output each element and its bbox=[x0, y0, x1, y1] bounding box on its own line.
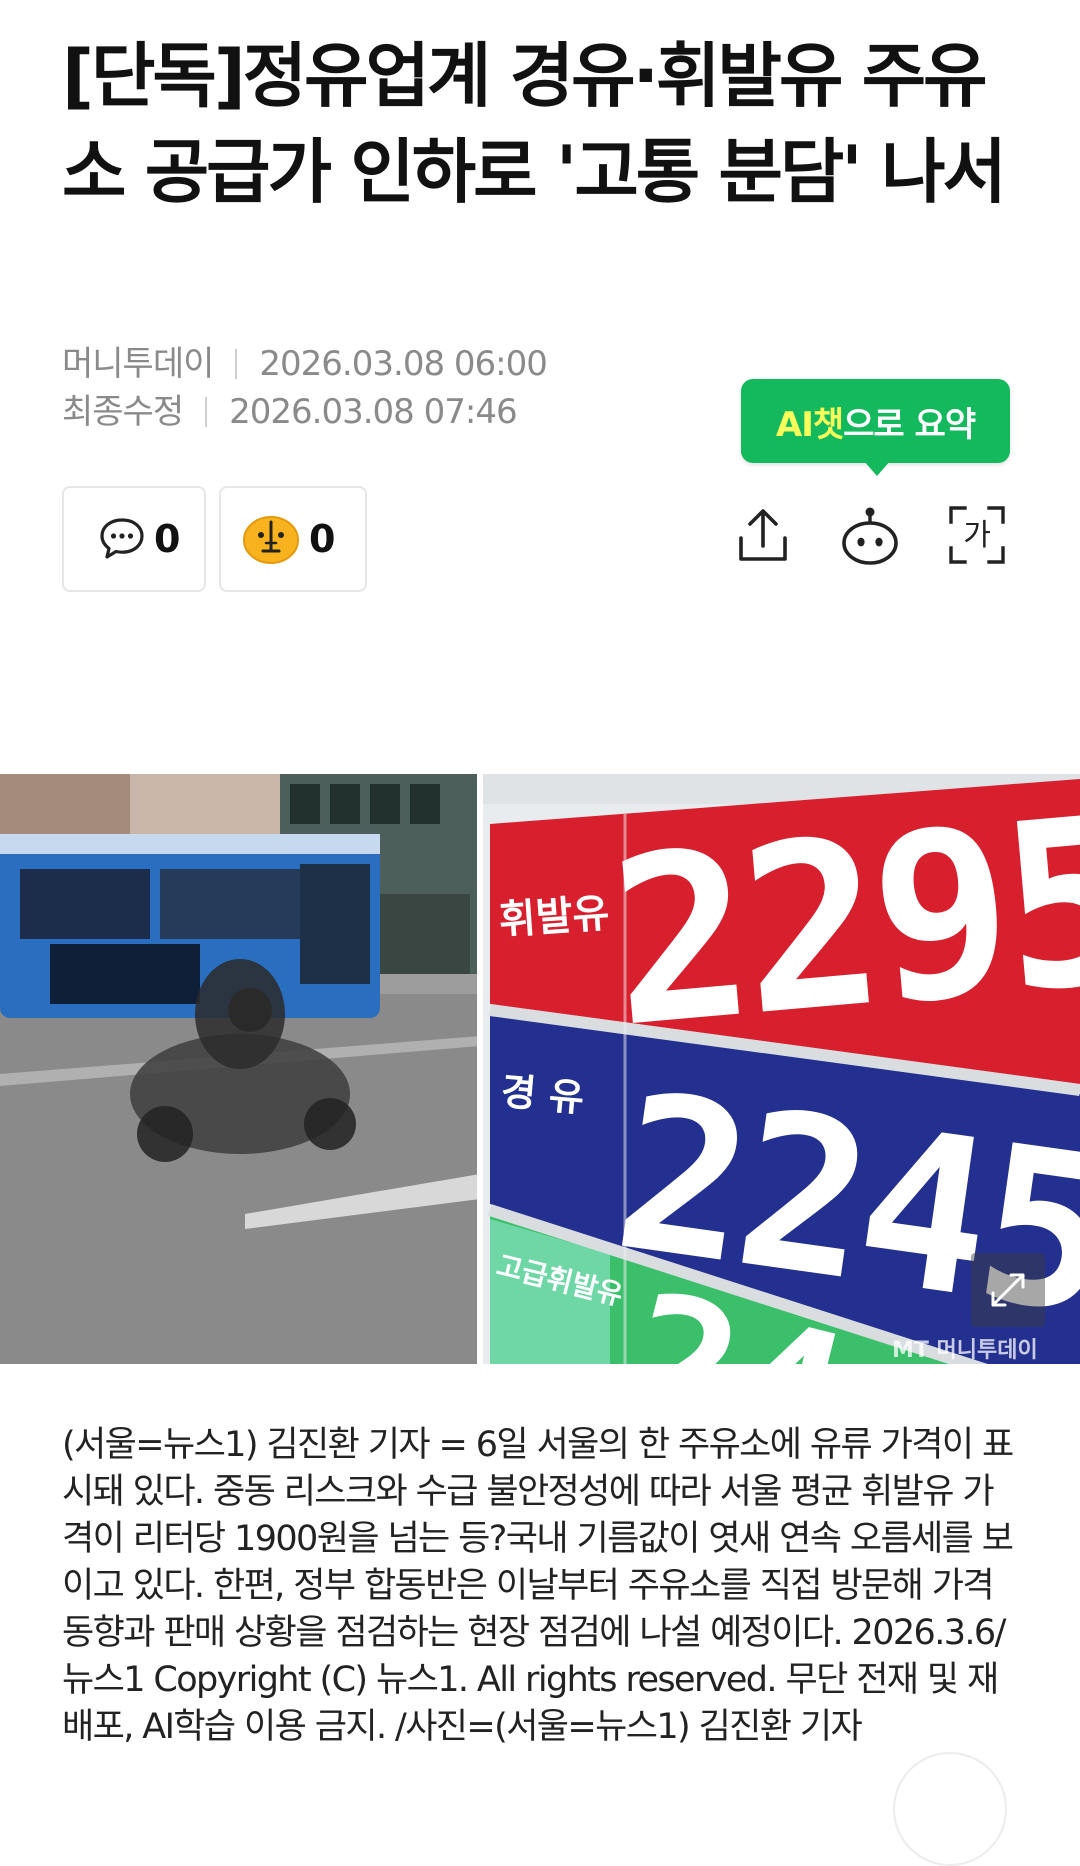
reaction-button[interactable]: 0 bbox=[219, 486, 367, 592]
modified-info: 최종수정 2026.03.08 07:46 bbox=[62, 384, 518, 433]
article-photo[interactable]: 휘발유 2295 경 유 2245 고급휘발유 24 bbox=[0, 774, 1080, 1364]
article-headline: [단독]정유업계 경유·휘발유 주유소 공급가 인하로 '고통 분담' 나서 bbox=[62, 35, 1007, 213]
reaction-count: 0 bbox=[309, 517, 336, 561]
modified-date: 2026.03.08 07:46 bbox=[229, 392, 517, 432]
tooltip-tail bbox=[863, 460, 891, 476]
expand-photo-button[interactable] bbox=[971, 1253, 1045, 1327]
sign-gasoline-label: 휘발유 bbox=[497, 890, 610, 944]
summary-label: 으로 요약 bbox=[843, 404, 976, 445]
ai-bot-icon[interactable] bbox=[840, 504, 900, 566]
sign-diesel-label: 경 유 bbox=[499, 1069, 586, 1120]
published-date: 2026.03.08 06:00 bbox=[259, 344, 547, 384]
font-size-icon[interactable]: 가 bbox=[947, 504, 1007, 566]
photo-watermark: MT 머니투데이 bbox=[892, 1338, 1038, 1363]
ai-chat-label: AI챗 bbox=[775, 404, 844, 445]
floating-action-button[interactable] bbox=[893, 1752, 1007, 1866]
font-size-glyph: 가 bbox=[963, 518, 991, 553]
divider bbox=[235, 349, 238, 379]
comment-icon bbox=[98, 516, 146, 562]
sign-gasoline-price: 2295 bbox=[602, 774, 1080, 1079]
reaction-emoji-icon bbox=[241, 513, 301, 565]
share-icon[interactable] bbox=[733, 504, 793, 566]
comment-button[interactable]: 0 bbox=[62, 486, 206, 592]
divider bbox=[205, 397, 208, 427]
ai-chat-summary-button[interactable]: AI챗 으로 요약 bbox=[741, 379, 1010, 463]
comment-count: 0 bbox=[154, 517, 181, 561]
publisher-name[interactable]: 머니투데이 bbox=[62, 344, 214, 384]
modified-label: 최종수정 bbox=[62, 392, 184, 432]
publish-info: 머니투데이 2026.03.08 06:00 bbox=[62, 336, 548, 385]
expand-icon bbox=[991, 1273, 1025, 1307]
photo-caption: (서울=뉴스1) 김진환 기자 = 6일 서울의 한 주유소에 유류 가격이 표… bbox=[62, 1425, 1014, 1747]
